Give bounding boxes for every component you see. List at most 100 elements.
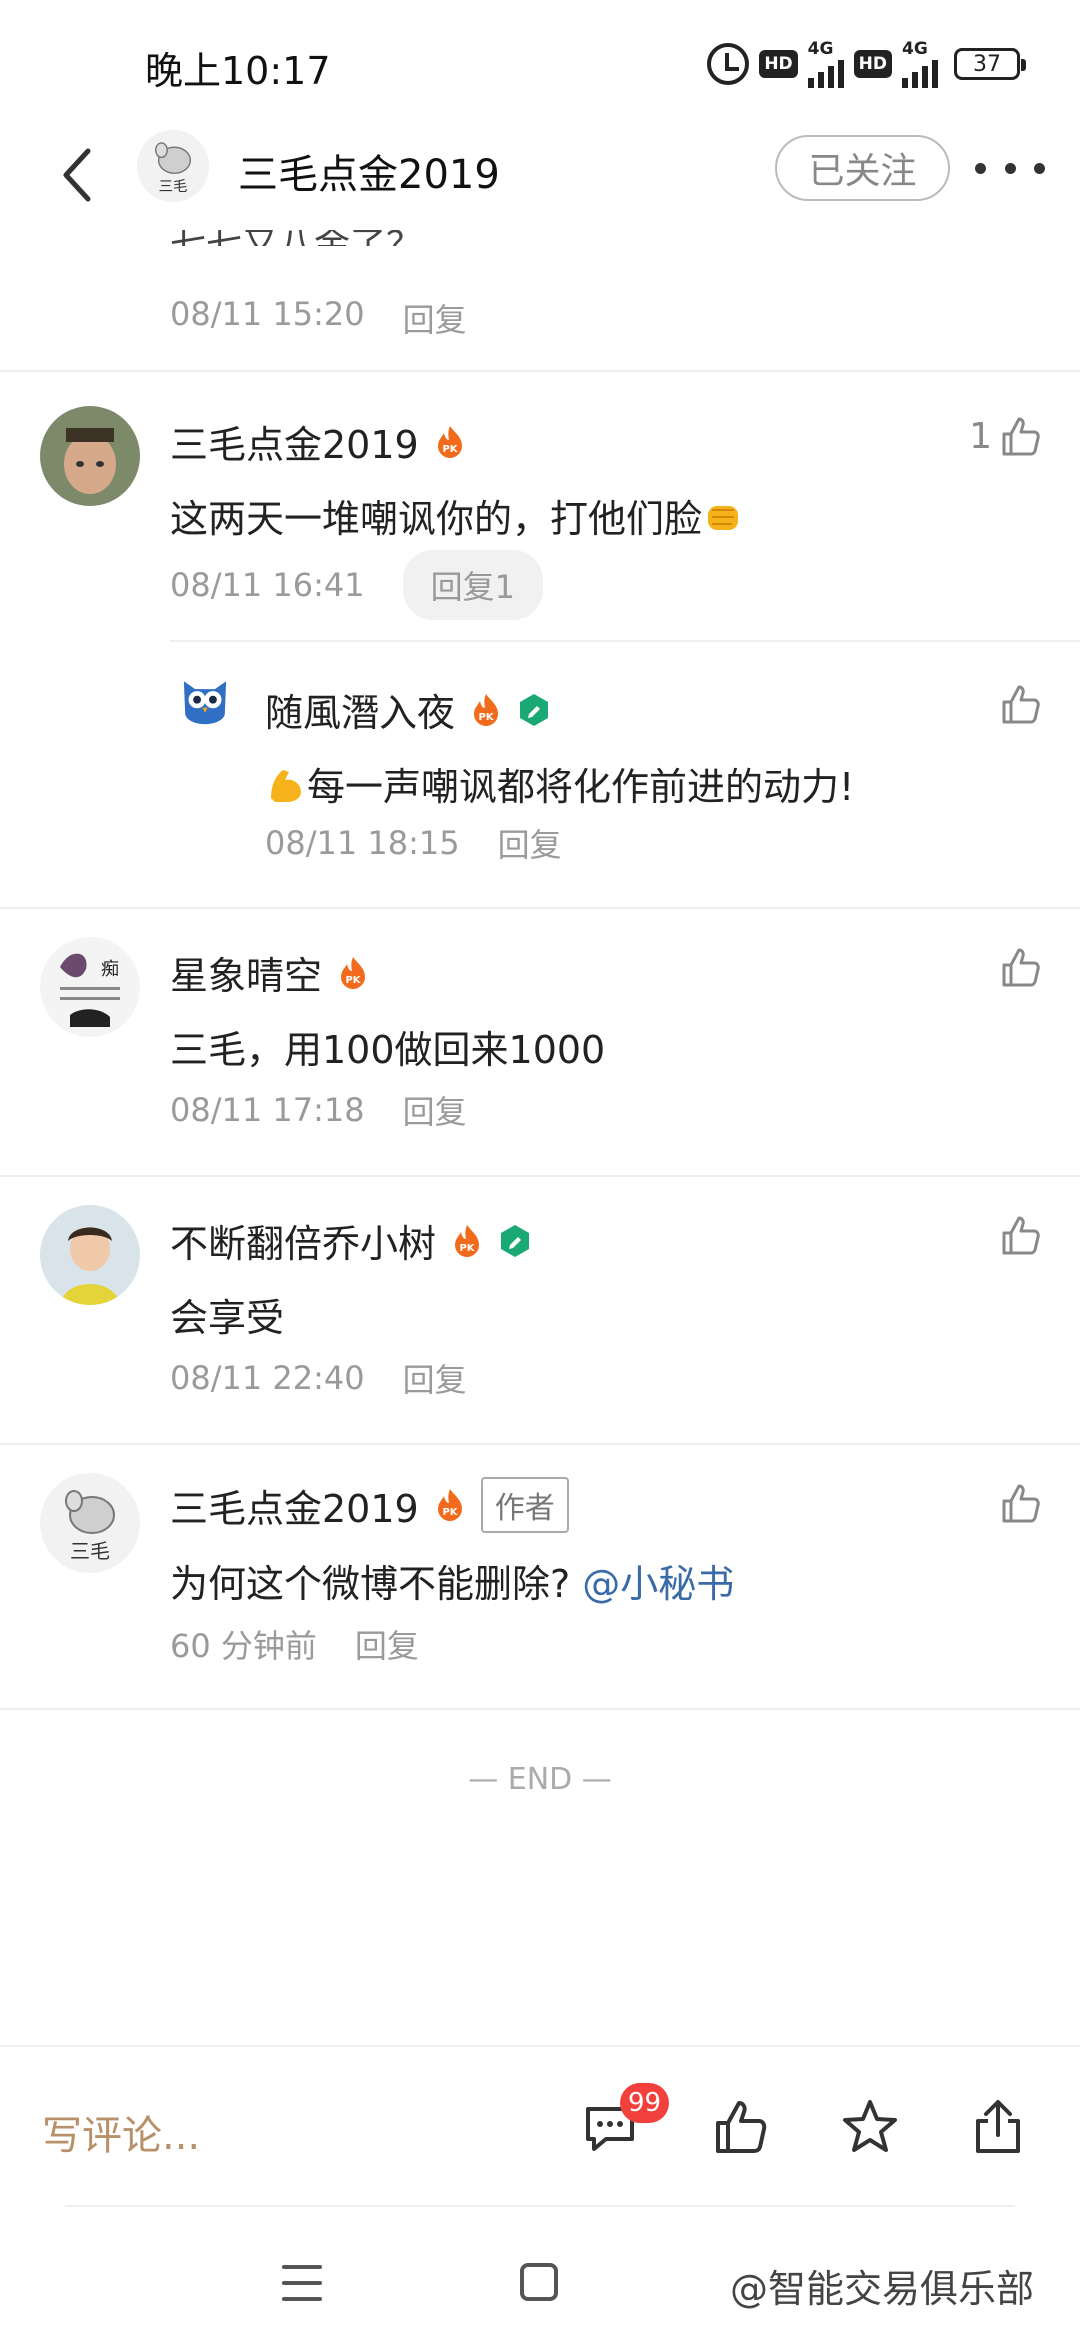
- avatar-image: [40, 1205, 140, 1305]
- flexed-biceps-emoji-icon: [271, 770, 301, 802]
- avatar-image: [40, 406, 140, 506]
- avatar[interactable]: 痴: [40, 937, 140, 1037]
- verified-badge-icon: [517, 693, 551, 727]
- reply-button[interactable]: 回复: [355, 1621, 419, 1667]
- avatar[interactable]: 三毛: [40, 1473, 140, 1573]
- avatar-image: 三毛: [137, 130, 209, 202]
- reply-count-button[interactable]: 回复1: [402, 550, 543, 620]
- menu-icon[interactable]: [282, 2265, 322, 2301]
- comment-time: 08/11 15:20: [170, 295, 365, 333]
- thumbs-up-icon: [1002, 417, 1040, 456]
- owl-avatar-image: [172, 668, 238, 734]
- avatar-image: 三毛: [40, 1473, 140, 1573]
- divider: [0, 1175, 1080, 1177]
- page-title: 三毛点金2019: [238, 152, 500, 198]
- comment-time: 08/11 16:41: [170, 566, 365, 604]
- watermark: @智能交易俱乐部: [730, 2267, 1035, 2311]
- reply-button[interactable]: 回复: [498, 820, 562, 866]
- username[interactable]: 三毛点金2019: [170, 1478, 419, 1533]
- share-button[interactable]: [968, 2097, 1028, 2157]
- like-button[interactable]: [998, 945, 1042, 989]
- comment-text: 三毛，用100做回来1000: [170, 1028, 606, 1072]
- network-type-label: 4G: [902, 39, 928, 59]
- signal-icon: 4G: [807, 39, 844, 88]
- fist-emoji-icon: [708, 506, 739, 530]
- comment-meta: 08/11 17:18 回复: [170, 1087, 467, 1133]
- comment-time: 08/11 18:15: [265, 824, 460, 862]
- svg-text:PK: PK: [478, 712, 494, 723]
- reply-button[interactable]: 回复: [403, 295, 467, 341]
- username[interactable]: 随風潛入夜: [265, 682, 455, 737]
- username[interactable]: 三毛点金2019: [170, 414, 419, 469]
- pk-fire-icon: PK: [435, 425, 465, 459]
- pk-fire-icon: PK: [452, 1224, 482, 1258]
- thumbs-up-icon: [716, 2101, 767, 2153]
- home-icon[interactable]: [520, 2263, 558, 2301]
- battery-icon: 37: [954, 48, 1026, 80]
- hd-icon: HD: [853, 50, 892, 78]
- back-button[interactable]: [48, 140, 108, 210]
- avatar[interactable]: [40, 406, 140, 506]
- avatar[interactable]: [40, 1205, 140, 1305]
- like-post-button[interactable]: [710, 2097, 770, 2157]
- comment-meta: 60 分钟前 回复: [170, 1621, 419, 1667]
- thumbs-up-icon: [1002, 1216, 1040, 1255]
- comment-meta: 08/11 18:15 回复: [265, 820, 562, 866]
- divider: [0, 1708, 1080, 1710]
- comment-header: 三毛点金2019 PK: [170, 414, 465, 469]
- thumbs-up-icon: [1002, 685, 1040, 724]
- status-time: 晚上10:17: [145, 49, 331, 93]
- reply-button[interactable]: 回复: [403, 1355, 467, 1401]
- pk-fire-icon: PK: [471, 693, 501, 727]
- divider: [0, 370, 1080, 372]
- thumbs-up-icon: [1002, 948, 1040, 987]
- share-icon: [976, 2100, 1020, 2153]
- favorite-button[interactable]: [840, 2097, 900, 2157]
- signal-icon: 4G: [902, 40, 938, 88]
- author-badge: 作者: [480, 1477, 569, 1533]
- thumbs-up-icon: [1002, 1484, 1040, 1523]
- svg-text:痴: 痴: [101, 959, 119, 980]
- reply-button[interactable]: 回复: [403, 1087, 467, 1133]
- comment-count-badge: 99: [620, 2083, 670, 2123]
- more-icon[interactable]: [975, 148, 1045, 188]
- svg-text:PK: PK: [459, 1243, 475, 1254]
- chevron-left-icon: [63, 148, 91, 202]
- like-button[interactable]: [998, 1213, 1042, 1257]
- comment-header: 随風潛入夜 PK: [265, 682, 551, 737]
- avatar[interactable]: [172, 668, 238, 734]
- comment-text: 会享受: [170, 1296, 285, 1340]
- comment-text: 每一声嘲讽都将化作前进的动力!: [265, 756, 854, 811]
- comment-time: 08/11 22:40: [170, 1359, 365, 1397]
- svg-text:三毛: 三毛: [70, 1539, 110, 1563]
- avatar[interactable]: 三毛: [137, 130, 209, 202]
- divider: [0, 1443, 1080, 1445]
- like-button[interactable]: [998, 682, 1042, 726]
- divider: [65, 2205, 1015, 2207]
- svg-text:PK: PK: [345, 975, 361, 986]
- like-button[interactable]: [998, 1481, 1042, 1525]
- pk-fire-icon: PK: [338, 956, 368, 990]
- header: 三毛 三毛点金2019 已关注: [0, 120, 1080, 230]
- mention-link[interactable]: @小秘书: [582, 1562, 734, 1606]
- svg-text:PK: PK: [442, 1507, 458, 1518]
- comment-header: 星象晴空 PK: [170, 945, 368, 1000]
- end-marker: — END —: [468, 1762, 612, 1797]
- system-nav-bar: @智能交易俱乐部: [0, 2210, 1080, 2340]
- username[interactable]: 不断翻倍乔小树: [170, 1213, 436, 1268]
- comment-meta: 08/11 22:40 回复: [170, 1355, 467, 1401]
- star-icon: [843, 2100, 897, 2152]
- comment-time: 08/11 17:18: [170, 1091, 365, 1129]
- username[interactable]: 星象晴空: [170, 945, 322, 1000]
- write-comment-input[interactable]: 写评论...: [42, 2103, 200, 2161]
- comment-header: 不断翻倍乔小树 PK: [170, 1213, 532, 1268]
- avatar-image: 痴: [40, 937, 140, 1037]
- comment-time: 60 分钟前: [170, 1627, 317, 1665]
- comment-text: 这两天一堆嘲讽你的，打他们脸: [170, 488, 744, 543]
- verified-badge-icon: [498, 1224, 532, 1258]
- follow-button[interactable]: 已关注: [775, 135, 950, 201]
- like-button[interactable]: 1: [969, 414, 1042, 458]
- comment-meta: 08/11 16:41 回复1: [170, 550, 543, 620]
- like-count: 1: [969, 415, 992, 457]
- network-type-label: 4G: [807, 39, 834, 59]
